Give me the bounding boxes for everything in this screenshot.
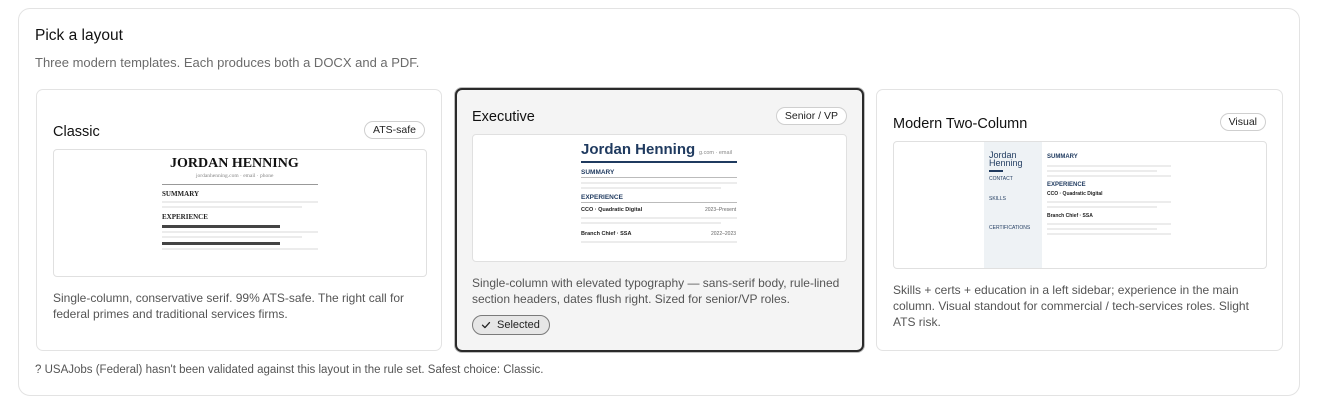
preview-job-bar	[162, 242, 280, 245]
preview-line	[1047, 170, 1157, 172]
card-description: Single-column with elevated typography —…	[472, 276, 840, 306]
ats-footnote: ? USAJobs (Federal) hasn't been validate…	[35, 364, 544, 376]
selected-indicator: Selected	[472, 315, 550, 335]
preview-line	[162, 206, 302, 208]
preview-contact: jordanhenning.com · email · phone	[196, 173, 274, 179]
preview-experience-heading: EXPERIENCE	[1047, 182, 1086, 188]
preview-job1-dates: 2023–Present	[705, 207, 737, 213]
preview-contact-heading: CONTACT	[989, 176, 1013, 182]
section-subtitle: Three modern templates. Each produces bo…	[35, 55, 420, 70]
preview-line	[1047, 206, 1157, 208]
preview-header-rule	[581, 161, 737, 163]
preview-skills-heading: SKILLS	[989, 196, 1006, 202]
preview-name: Jordan Henning	[581, 141, 696, 158]
senior-vp-badge: Senior / VP	[775, 107, 847, 125]
preview-section-rule	[581, 177, 737, 178]
classic-preview: JORDAN HENNING jordanhenning.com · email…	[53, 149, 427, 277]
preview-section-rule	[581, 202, 737, 203]
modern-two-column-preview: Jordan Henning CONTACT SKILLS CERTIFICAT…	[893, 141, 1267, 269]
visual-badge: Visual	[1219, 113, 1266, 131]
card-title: Executive	[472, 109, 535, 125]
card-description: Skills + certs + education in a left sid…	[893, 283, 1249, 329]
check-icon	[481, 321, 491, 329]
preview-experience-heading: EXPERIENCE	[581, 194, 623, 201]
preview-job1: CCO · Quadratic Digital	[581, 207, 643, 213]
preview-line	[162, 231, 318, 233]
preview-name-rule	[989, 170, 1003, 172]
preview-line	[581, 241, 737, 243]
card-description: Single-column, conservative serif. 99% A…	[53, 291, 405, 321]
preview-line	[1047, 233, 1171, 235]
preview-certifications-heading: CERTIFICATIONS	[989, 225, 1031, 231]
card-title: Modern Two-Column	[893, 116, 1028, 132]
ats-safe-badge: ATS-safe	[364, 121, 425, 139]
card-title: Classic	[53, 124, 100, 140]
preview-line	[1047, 175, 1171, 177]
preview-line	[1047, 201, 1171, 203]
preview-line	[581, 182, 737, 184]
layout-card-executive[interactable]: Executive Senior / VP Jordan Henning g.c…	[455, 88, 864, 352]
preview-line	[1047, 228, 1157, 230]
preview-line	[581, 217, 737, 219]
preview-job1: CCO · Quadratic Digital	[1047, 191, 1103, 197]
preview-summary-heading: SUMMARY	[1047, 154, 1078, 160]
preview-contact: g.com · email	[699, 150, 733, 156]
preview-job2: Branch Chief · SSA	[1047, 213, 1093, 219]
preview-summary-heading: SUMMARY	[162, 190, 200, 198]
preview-line	[581, 222, 721, 224]
preview-header-rule	[162, 184, 318, 185]
preview-job-bar	[162, 225, 280, 228]
layout-card-classic[interactable]: Classic ATS-safe JORDAN HENNING jordanhe…	[36, 89, 442, 351]
preview-experience-heading: EXPERIENCE	[162, 213, 208, 221]
section-title: Pick a layout	[35, 27, 123, 44]
preview-line	[162, 201, 318, 203]
layout-picker-panel: Pick a layout Three modern templates. Ea…	[18, 8, 1300, 396]
selected-label: Selected	[497, 319, 540, 331]
preview-job2-dates: 2022–2023	[711, 231, 737, 237]
preview-job2: Branch Chief · SSA	[581, 231, 632, 237]
preview-summary-heading: SUMMARY	[581, 169, 615, 176]
layout-card-modern-two-column[interactable]: Modern Two-Column Visual Jordan Henning …	[876, 89, 1283, 351]
preview-line	[1047, 223, 1171, 225]
preview-name: JORDAN HENNING	[170, 156, 299, 171]
preview-line	[1047, 165, 1171, 167]
preview-line	[162, 236, 302, 238]
executive-preview: Jordan Henning g.com · email SUMMARY EXP…	[472, 134, 847, 262]
preview-line	[162, 248, 318, 250]
preview-name-line2: Henning	[989, 158, 1023, 168]
preview-line	[581, 187, 721, 189]
